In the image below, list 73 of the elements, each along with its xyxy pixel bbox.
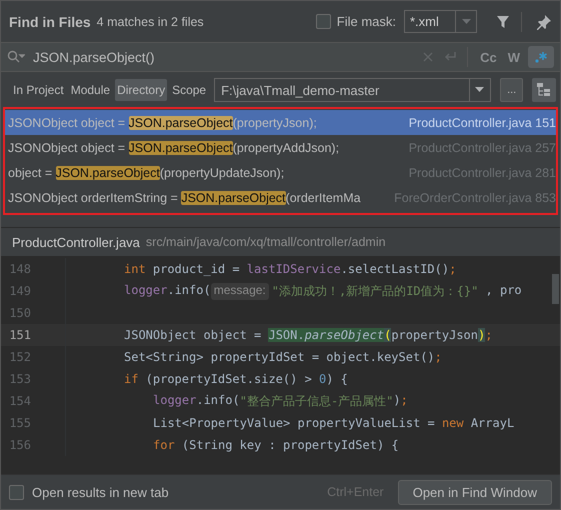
code-token: logger (153, 392, 196, 409)
code-token: 0 (319, 372, 326, 386)
code-token: ; (485, 328, 492, 342)
result-file: ProductController.java 151 (408, 116, 556, 130)
code-token: JSONObject object = (124, 328, 262, 342)
line-number: 153 (8, 372, 32, 386)
code-token: .info( (196, 392, 240, 408)
brace-highlight: ( (384, 328, 392, 342)
code-token: Set<String> propertyIdSet = object.keySet() (124, 350, 435, 364)
code-token: if (124, 372, 138, 386)
line-number: 150 (8, 306, 32, 320)
code-token: List<PropertyValue> propertyValueList = (153, 416, 435, 430)
dialog-title: Find in Files (9, 14, 91, 30)
new-tab-label: Open results in new tab (32, 484, 169, 500)
directory-dropdown[interactable]: F:\java\Tmall_demo-master (214, 78, 491, 102)
match-summary: 4 matches in 2 files (96, 14, 204, 28)
scope-tab[interactable]: Directory (115, 78, 168, 100)
line-number: 154 (8, 394, 32, 408)
code-token: propertyJson (391, 328, 478, 342)
code-token: , pro (486, 282, 522, 298)
file-mask-dropdown[interactable]: *.xml (404, 10, 477, 33)
code-token: (propertyIdSet.size() > (146, 372, 312, 386)
code-token: ; (400, 392, 408, 408)
new-tab-checkbox[interactable] (9, 484, 24, 500)
line-number: 149 (8, 284, 32, 298)
code-token: ; (449, 262, 456, 276)
code-token: ) { (326, 372, 348, 386)
brace-highlight: ) (478, 328, 486, 342)
scope-tab[interactable]: In Project (11, 78, 66, 100)
clear-icon[interactable] (422, 51, 434, 63)
file-mask-checkbox[interactable] (316, 14, 331, 29)
caret-icon (462, 19, 470, 24)
code-token: new (442, 416, 464, 430)
scope-tab[interactable]: Scope (170, 78, 208, 100)
filter-icon[interactable] (495, 14, 511, 30)
browse-button[interactable]: ... (500, 78, 524, 102)
line-number: 156 (8, 438, 32, 452)
file-mask-label: File mask: (336, 14, 396, 29)
result-code: JSONObject orderItemString = JSON.parseObject(orderItemMa (8, 190, 361, 204)
module-tree-button[interactable] (532, 78, 556, 102)
line-number: 148 (8, 262, 32, 276)
pin-icon[interactable] (536, 14, 552, 30)
line-number: 155 (8, 416, 32, 430)
tree-icon (536, 82, 552, 98)
regex-icon (534, 50, 548, 64)
code-token: product_id = (152, 262, 240, 276)
code-token: .selectLastID() (340, 262, 450, 276)
parameter-hint: message: (210, 282, 269, 300)
search-icon (7, 50, 25, 64)
result-code: object = JSON.parseObject(propertyUpdateJson); (8, 166, 284, 180)
code-token: .info( (167, 282, 211, 298)
code-token: for (153, 438, 175, 452)
caret-icon (475, 87, 484, 92)
line-number: 151 (8, 328, 32, 342)
line-number: 152 (8, 350, 32, 364)
code-token: int (124, 262, 146, 276)
code-token: lastIDService (246, 262, 341, 276)
match-highlight: parseObject (304, 328, 384, 342)
code-token: (String key : propertyIdSet) { (182, 438, 399, 452)
code-token: "添加成功！,新增产品的ID值为：{}" (272, 282, 478, 300)
code-token: logger (124, 282, 168, 299)
code-token: ) (393, 392, 401, 408)
preview-file-path: src/main/java/com/xq/tmall/controller/admin (146, 235, 386, 249)
code-token: ArrayL (470, 416, 514, 430)
scope-tab[interactable]: Module (68, 78, 112, 100)
search-field[interactable]: JSON.parseObject() (7, 43, 458, 71)
open-in-find-window-button[interactable]: Open in Find Window (398, 480, 552, 504)
code-token: "整合产品子信息-产品属性" (240, 392, 394, 410)
match-highlight: JSON. (268, 328, 305, 342)
preview-file-name: ProductController.java (12, 234, 140, 250)
scrollbar-thumb[interactable] (552, 274, 559, 304)
regex-toggle[interactable] (528, 46, 554, 68)
code-token: ; (434, 350, 442, 364)
